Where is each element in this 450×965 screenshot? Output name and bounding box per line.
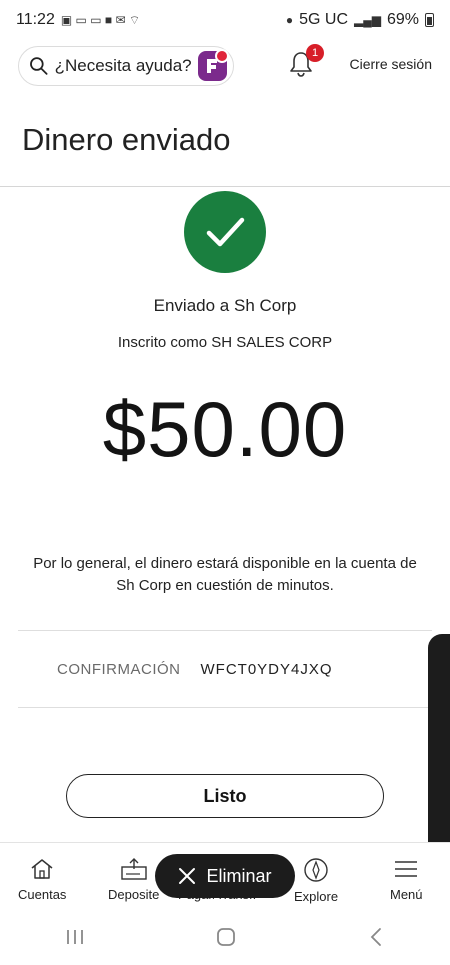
divider — [18, 630, 432, 631]
status-bar: 11:22 ▣ ▭ ▭ ■ ✉ ⌔ ● 5G UC ▂▄▆ 69% — [0, 0, 450, 40]
enrolled-as-text: Inscrito como SH SALES CORP — [117, 334, 333, 351]
help-search-label: ¿Necesita ayuda? — [54, 56, 192, 75]
sent-to-text: Enviado a Sh Corp — [153, 296, 297, 315]
page-title: Dinero enviado — [22, 122, 231, 157]
nav-item-deposite[interactable]: Deposite — [108, 857, 159, 902]
fargo-assistant-icon[interactable] — [197, 49, 229, 81]
close-icon — [179, 868, 196, 884]
confirmation-number: WFCT0YDY4JXQ — [200, 661, 333, 678]
home-icon[interactable] — [215, 926, 237, 948]
nav-label: Cuentas — [18, 887, 67, 902]
recent-apps-icon[interactable] — [64, 927, 86, 947]
menu-icon — [395, 861, 418, 877]
nav-item-menu[interactable]: Menú — [390, 857, 423, 902]
system-nav-bar — [0, 908, 450, 965]
notifications-button[interactable]: 1 — [288, 44, 324, 80]
divider — [18, 707, 432, 708]
done-button[interactable]: Listo — [66, 774, 384, 818]
house-icon — [31, 859, 53, 879]
video-icon: ▣ ▭ ▭ ■ ✉ ⌔ — [60, 12, 141, 27]
top-bar: ¿Necesita ayuda? 1 Cierre sesión — [18, 44, 432, 88]
nav-label: Explore — [294, 889, 339, 904]
battery-icon — [425, 13, 434, 27]
search-icon — [30, 57, 48, 75]
confirmation-label: CONFIRMACIÓN — [57, 661, 181, 678]
back-icon[interactable] — [366, 926, 386, 948]
status-battery: 69% — [386, 11, 419, 28]
signal-icon: ▂▄▆ — [354, 13, 381, 27]
compass-icon — [304, 858, 328, 882]
nav-label: Menú — [390, 887, 423, 902]
divider — [0, 186, 450, 187]
availability-notice: Por lo general, el dinero estará disponi… — [33, 555, 417, 594]
logout-link[interactable]: Cierre sesión — [350, 56, 432, 72]
success-check-icon — [184, 191, 266, 273]
eliminar-button[interactable]: Eliminar — [155, 854, 295, 898]
confirmation-row: CONFIRMACIÓN WFCT0YDY4JXQ — [57, 661, 333, 678]
help-search[interactable]: ¿Necesita ayuda? — [18, 46, 234, 86]
amount-value: $50.00 — [102, 385, 348, 473]
deposit-icon — [120, 858, 147, 880]
nav-label: Deposite — [108, 887, 160, 902]
nav-item-explore[interactable]: Explore — [294, 857, 338, 904]
location-icon: ● — [285, 13, 294, 27]
nav-item-cuentas[interactable]: Cuentas — [18, 857, 66, 902]
notification-badge: 1 — [306, 44, 324, 62]
eliminar-label: Eliminar — [206, 865, 272, 886]
status-network: 5G UC — [299, 11, 348, 28]
status-time: 11:22 — [16, 11, 55, 28]
